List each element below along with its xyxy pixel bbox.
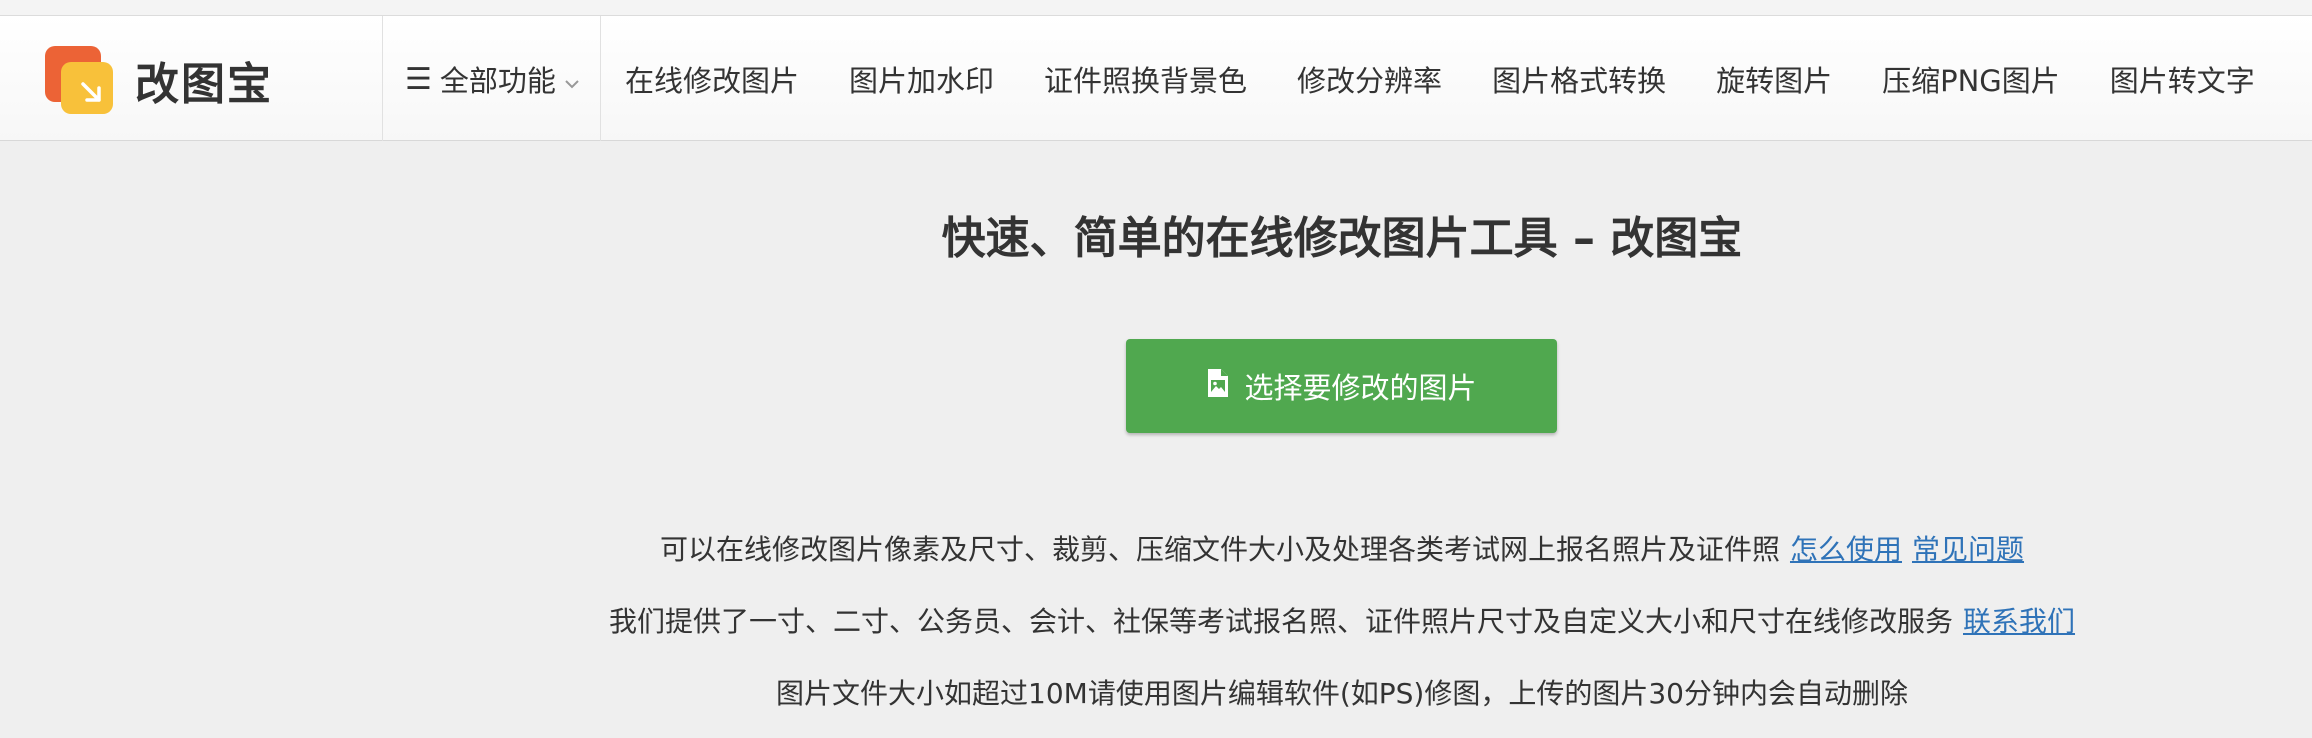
- logo-icon: [45, 46, 113, 114]
- navbar: 改图宝 ☰ 全部功能 在线修改图片 图片加水印 证件照换背景色 修改分辨率 图片…: [0, 16, 2312, 141]
- description-line-3: 图片文件大小如超过10M请使用图片编辑软件(如PS)修图，上传的图片30分钟内会…: [0, 672, 2312, 712]
- brand-name: 改图宝: [135, 59, 273, 110]
- description-text: 我们提供了一寸、二寸、公务员、会计、社保等考试报名照、证件照片尺寸及自定义大小和…: [608, 605, 1953, 638]
- nav-links: 在线修改图片 图片加水印 证件照换背景色 修改分辨率 图片格式转换 旋转图片 压…: [600, 56, 2280, 102]
- nav-link-id-photo-background[interactable]: 证件照换背景色: [1044, 58, 1247, 100]
- top-border: [0, 0, 2312, 16]
- description-line-2: 我们提供了一寸、二寸、公务员、会计、社保等考试报名照、证件照片尺寸及自定义大小和…: [0, 600, 2312, 640]
- chevron-down-icon: [564, 62, 580, 96]
- nav-link-image-to-text[interactable]: 图片转文字: [2110, 58, 2255, 100]
- brand[interactable]: 改图宝: [45, 45, 273, 115]
- select-image-label: 选择要修改的图片: [1244, 371, 1477, 405]
- image-file-icon: [1206, 368, 1244, 405]
- nav-link-resolution[interactable]: 修改分辨率: [1297, 58, 1442, 100]
- select-image-button[interactable]: 选择要修改的图片: [1126, 339, 1557, 433]
- contact-us-link[interactable]: 联系我们: [1963, 605, 2075, 638]
- nav-link-online-edit[interactable]: 在线修改图片: [625, 58, 799, 100]
- description-text: 图片文件大小如超过10M请使用图片编辑软件(如PS)修图，上传的图片30分钟内会…: [776, 677, 1908, 710]
- nav-link-rotate[interactable]: 旋转图片: [1716, 58, 1832, 100]
- description-text: 可以在线修改图片像素及尺寸、裁剪、压缩文件大小及处理各类考试网上报名照片及证件照: [659, 533, 1780, 566]
- menu-icon: ☰: [405, 61, 432, 97]
- all-features-label: 全部功能: [439, 64, 556, 98]
- nav-link-watermark[interactable]: 图片加水印: [849, 58, 994, 100]
- description-line-1: 可以在线修改图片像素及尺寸、裁剪、压缩文件大小及处理各类考试网上报名照片及证件照…: [0, 528, 2312, 568]
- nav-link-format-convert[interactable]: 图片格式转换: [1492, 58, 1666, 100]
- nav-link-compress-png[interactable]: 压缩PNG图片: [1882, 58, 2060, 100]
- nav-divider: [382, 16, 383, 141]
- how-to-use-link[interactable]: 怎么使用: [1790, 533, 1902, 566]
- page-title: 快速、简单的在线修改图片工具 – 改图宝: [941, 213, 1743, 264]
- all-features-menu[interactable]: ☰ 全部功能: [405, 56, 580, 102]
- faq-link[interactable]: 常见问题: [1912, 533, 2024, 566]
